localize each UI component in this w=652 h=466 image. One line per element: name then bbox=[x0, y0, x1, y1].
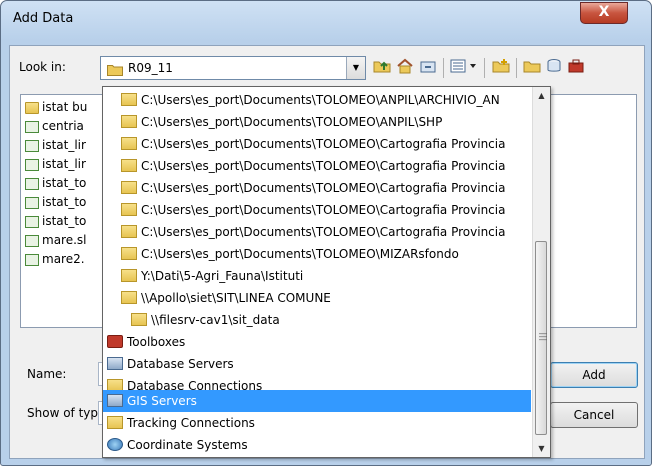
dropdown-item[interactable]: Toolboxes bbox=[103, 331, 531, 353]
dropdown-item[interactable]: C:\Users\es_port\Documents\TOLOMEO\ANPIL… bbox=[103, 89, 531, 111]
dropdown-item[interactable]: \\filesrv-cav1\sit_data bbox=[103, 309, 531, 331]
look-in-label: Look in: bbox=[19, 60, 66, 74]
dropdown-scrollbar[interactable]: ▲ ― ― ― ▼ bbox=[532, 87, 550, 457]
scroll-down-icon[interactable]: ▼ bbox=[533, 440, 550, 457]
title-bar: Add Data X bbox=[1, 1, 651, 35]
add-data-dialog: Add Data X Look in: R09_11 ▼ istat bu ce… bbox=[0, 0, 652, 466]
shapefile-icon bbox=[25, 139, 39, 152]
scroll-up-icon[interactable]: ▲ bbox=[533, 87, 550, 104]
list-item[interactable]: mare2. bbox=[25, 252, 85, 270]
connect-folder-icon[interactable] bbox=[418, 58, 438, 78]
dropdown-item[interactable]: C:\Users\es_port\Documents\TOLOMEO\Carto… bbox=[103, 199, 531, 221]
folder-connection-icon bbox=[131, 313, 147, 326]
dropdown-item[interactable]: \\Apollo\siet\SIT\LINEA COMUNE bbox=[103, 287, 531, 309]
dropdown-item-selected[interactable]: GIS Servers bbox=[103, 390, 531, 412]
name-label: Name: bbox=[27, 367, 67, 381]
tracking-connection-icon bbox=[107, 416, 123, 429]
home-icon[interactable] bbox=[395, 58, 415, 78]
folder-connection-icon bbox=[121, 115, 137, 128]
list-item[interactable]: istat bu bbox=[25, 100, 87, 118]
folder-connection-icon bbox=[121, 203, 137, 216]
dropdown-item[interactable]: Coordinate Systems bbox=[103, 434, 531, 456]
list-item[interactable]: istat_to bbox=[25, 214, 86, 232]
dropdown-item[interactable]: C:\Users\es_port\Documents\TOLOMEO\Carto… bbox=[103, 155, 531, 177]
dropdown-item[interactable]: Database Servers bbox=[103, 353, 531, 375]
gis-server-icon bbox=[107, 394, 123, 407]
toolbar-separator bbox=[516, 58, 517, 78]
list-item[interactable]: centria bbox=[25, 119, 84, 137]
folder-icon bbox=[107, 61, 123, 80]
toolbox-icon[interactable] bbox=[566, 58, 586, 78]
show-of-type-label: Show of typ bbox=[27, 406, 98, 420]
shapefile-icon bbox=[25, 253, 39, 266]
shapefile-icon bbox=[25, 234, 39, 247]
scrollbar-thumb[interactable]: ― ― ― bbox=[535, 241, 547, 435]
folder-connection-icon bbox=[121, 137, 137, 150]
look-in-combo[interactable]: R09_11 ▼ bbox=[100, 56, 366, 80]
list-item[interactable]: istat_lir bbox=[25, 138, 86, 156]
database-server-icon bbox=[107, 357, 123, 370]
folder-connection-icon bbox=[121, 93, 137, 106]
dropdown-item[interactable]: C:\Users\es_port\Documents\TOLOMEO\ANPIL… bbox=[103, 111, 531, 133]
shapefile-icon bbox=[25, 215, 39, 228]
dropdown-item[interactable]: Y:\Dati\5-Agri_Fauna\Istituti bbox=[103, 265, 531, 287]
new-folder-icon[interactable] bbox=[491, 58, 511, 78]
folder-connection-icon bbox=[121, 269, 137, 282]
shapefile-icon bbox=[25, 120, 39, 133]
coordinate-system-icon bbox=[107, 438, 123, 451]
dropdown-item[interactable]: C:\Users\es_port\Documents\TOLOMEO\Carto… bbox=[103, 133, 531, 155]
dropdown-item[interactable]: C:\Users\es_port\Documents\TOLOMEO\Carto… bbox=[103, 221, 531, 243]
view-menu-icon[interactable] bbox=[449, 58, 479, 78]
dropdown-item[interactable]: C:\Users\es_port\Documents\TOLOMEO\MIZAR… bbox=[103, 243, 531, 265]
cancel-button[interactable]: Cancel bbox=[550, 402, 638, 428]
catalog-icon[interactable] bbox=[544, 58, 564, 78]
list-item[interactable]: mare.sl bbox=[25, 233, 87, 251]
folder-connection-icon bbox=[121, 159, 137, 172]
folder-connection-icon bbox=[121, 225, 137, 238]
dropdown-item[interactable]: C:\Users\es_port\Documents\TOLOMEO\Carto… bbox=[103, 177, 531, 199]
grip-icon: ― ― ― bbox=[539, 329, 547, 344]
shapefile-icon bbox=[25, 158, 39, 171]
list-item[interactable]: istat_to bbox=[25, 176, 86, 194]
close-button[interactable]: X bbox=[580, 2, 628, 24]
shapefile-icon bbox=[25, 196, 39, 209]
toolbar-separator bbox=[484, 58, 485, 78]
toolbar-separator bbox=[443, 58, 444, 78]
window-title: Add Data bbox=[13, 11, 74, 26]
toolbox-icon bbox=[107, 335, 123, 348]
add-button[interactable]: Add bbox=[550, 362, 638, 388]
up-one-level-icon[interactable] bbox=[372, 58, 392, 78]
folder-icon bbox=[25, 101, 39, 114]
folder-connection-icon bbox=[121, 247, 137, 260]
list-item[interactable]: istat_lir bbox=[25, 157, 86, 175]
look-in-value: R09_11 bbox=[128, 61, 173, 75]
look-in-dropdown-list[interactable]: C:\Users\es_port\Documents\TOLOMEO\ANPIL… bbox=[102, 86, 551, 458]
list-item[interactable]: istat_to bbox=[25, 195, 86, 213]
shapefile-icon bbox=[25, 177, 39, 190]
chevron-down-icon[interactable]: ▼ bbox=[346, 57, 365, 79]
folder-connection-icon bbox=[121, 291, 137, 304]
folder-icon[interactable] bbox=[522, 58, 542, 78]
dropdown-item[interactable]: Tracking Connections bbox=[103, 412, 531, 434]
folder-connection-icon bbox=[121, 181, 137, 194]
